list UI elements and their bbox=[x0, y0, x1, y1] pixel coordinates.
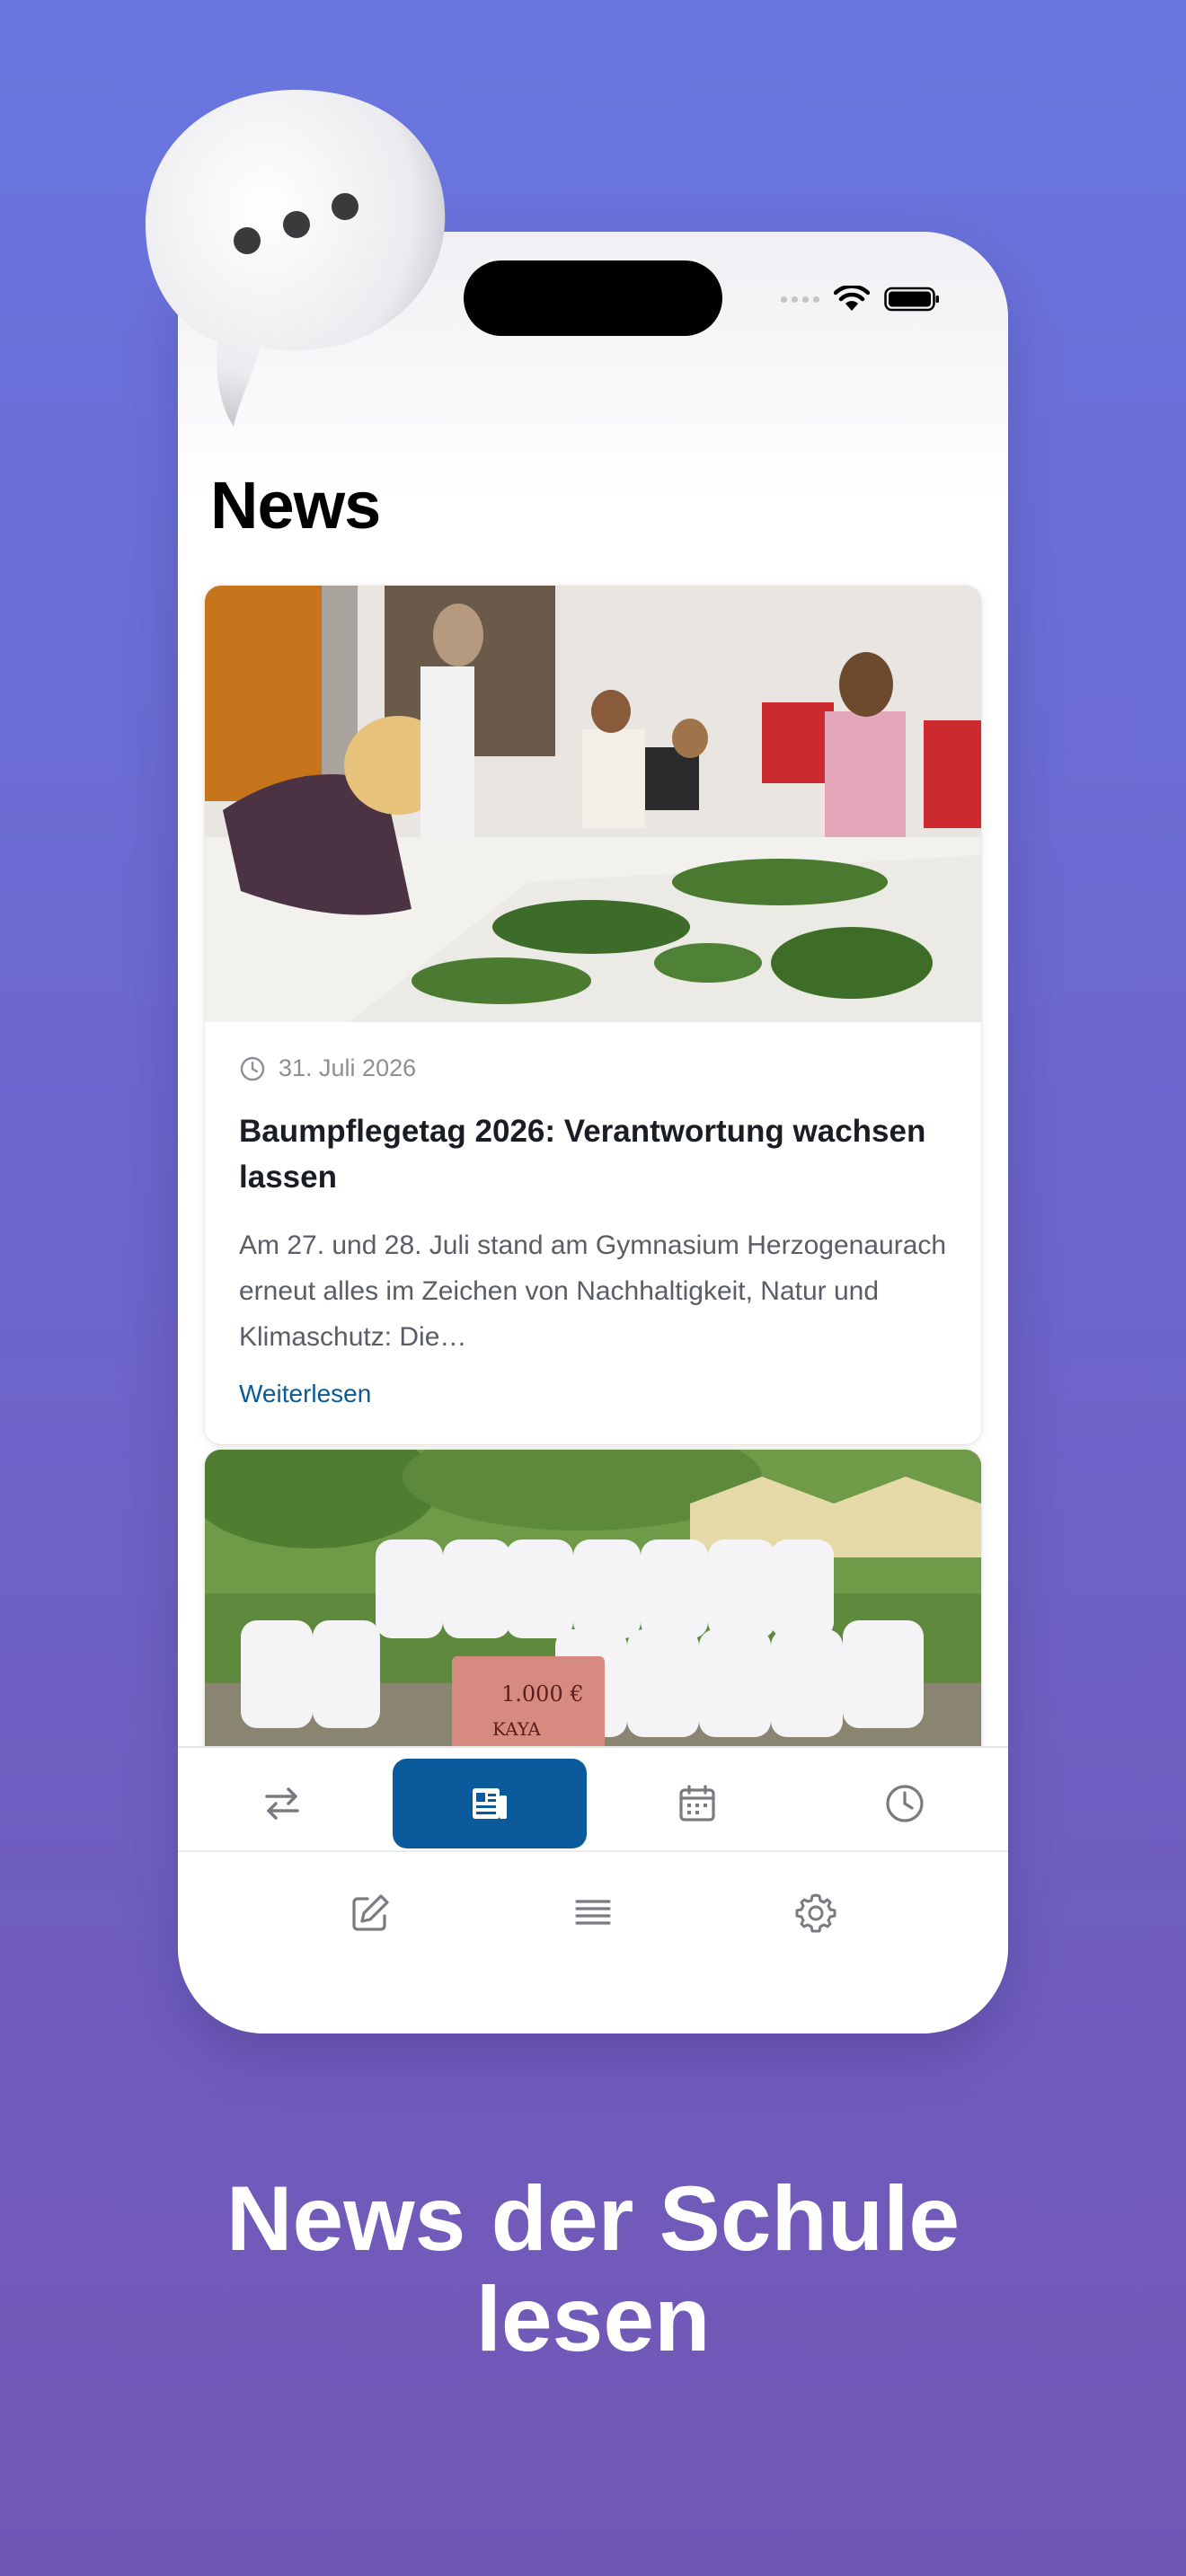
caption-line-1: News der Schule bbox=[226, 2167, 960, 2270]
speech-bubble-icon bbox=[146, 90, 446, 427]
marketing-caption: News der Schule lesen bbox=[0, 2168, 1186, 2369]
calendar-icon bbox=[678, 1785, 715, 1822]
tab-bar bbox=[178, 1746, 1008, 2033]
tab-calendar[interactable] bbox=[600, 1759, 794, 1848]
status-bar bbox=[781, 284, 940, 314]
tab-timetable[interactable] bbox=[808, 1759, 1002, 1848]
article-photo[interactable] bbox=[205, 586, 981, 1022]
cellular-signal-icon bbox=[781, 296, 819, 303]
phone-frame: News 31. Juli 2026 Baumpflegetag 2026: V… bbox=[178, 232, 1008, 2033]
article-excerpt: Am 27. und 28. Juli stand am Gymnasium H… bbox=[239, 1230, 947, 1352]
gear-icon bbox=[795, 1893, 836, 1933]
article-headline[interactable]: Baumpflegetag 2026: Verantwortung wachse… bbox=[239, 1109, 947, 1201]
article-photo[interactable]: 1.000 € KAYA bbox=[205, 1450, 981, 1755]
swap-arrows-icon bbox=[264, 1787, 299, 1820]
news-card[interactable]: 1.000 € KAYA bbox=[205, 1450, 981, 1773]
article-date: 31. Juli 2026 bbox=[279, 1054, 417, 1081]
tab-substitutions[interactable] bbox=[185, 1759, 379, 1848]
tab-notes[interactable] bbox=[273, 1868, 467, 1958]
news-card[interactable]: 31. Juli 2026 Baumpflegetag 2026: Verant… bbox=[205, 586, 981, 1444]
list-icon bbox=[575, 1900, 611, 1925]
tab-settings[interactable] bbox=[719, 1868, 913, 1958]
wifi-icon bbox=[834, 286, 870, 311]
edit-icon bbox=[352, 1894, 389, 1931]
clock-icon bbox=[885, 1785, 924, 1822]
page-title: News bbox=[210, 468, 381, 543]
check-recipient: KAYA bbox=[492, 1718, 541, 1740]
tab-row-secondary bbox=[178, 1866, 1008, 1960]
battery-icon bbox=[884, 287, 939, 312]
caption-line-2: lesen bbox=[475, 2268, 711, 2370]
tab-news[interactable] bbox=[392, 1759, 587, 1848]
clock-icon bbox=[240, 1056, 265, 1081]
check-amount: 1.000 € bbox=[501, 1681, 584, 1707]
newspaper-icon bbox=[472, 1788, 507, 1819]
dynamic-island bbox=[464, 260, 722, 336]
read-more-link[interactable]: Weiterlesen bbox=[239, 1380, 947, 1408]
tab-lists[interactable] bbox=[496, 1868, 690, 1958]
tab-row-primary bbox=[178, 1757, 1008, 1852]
